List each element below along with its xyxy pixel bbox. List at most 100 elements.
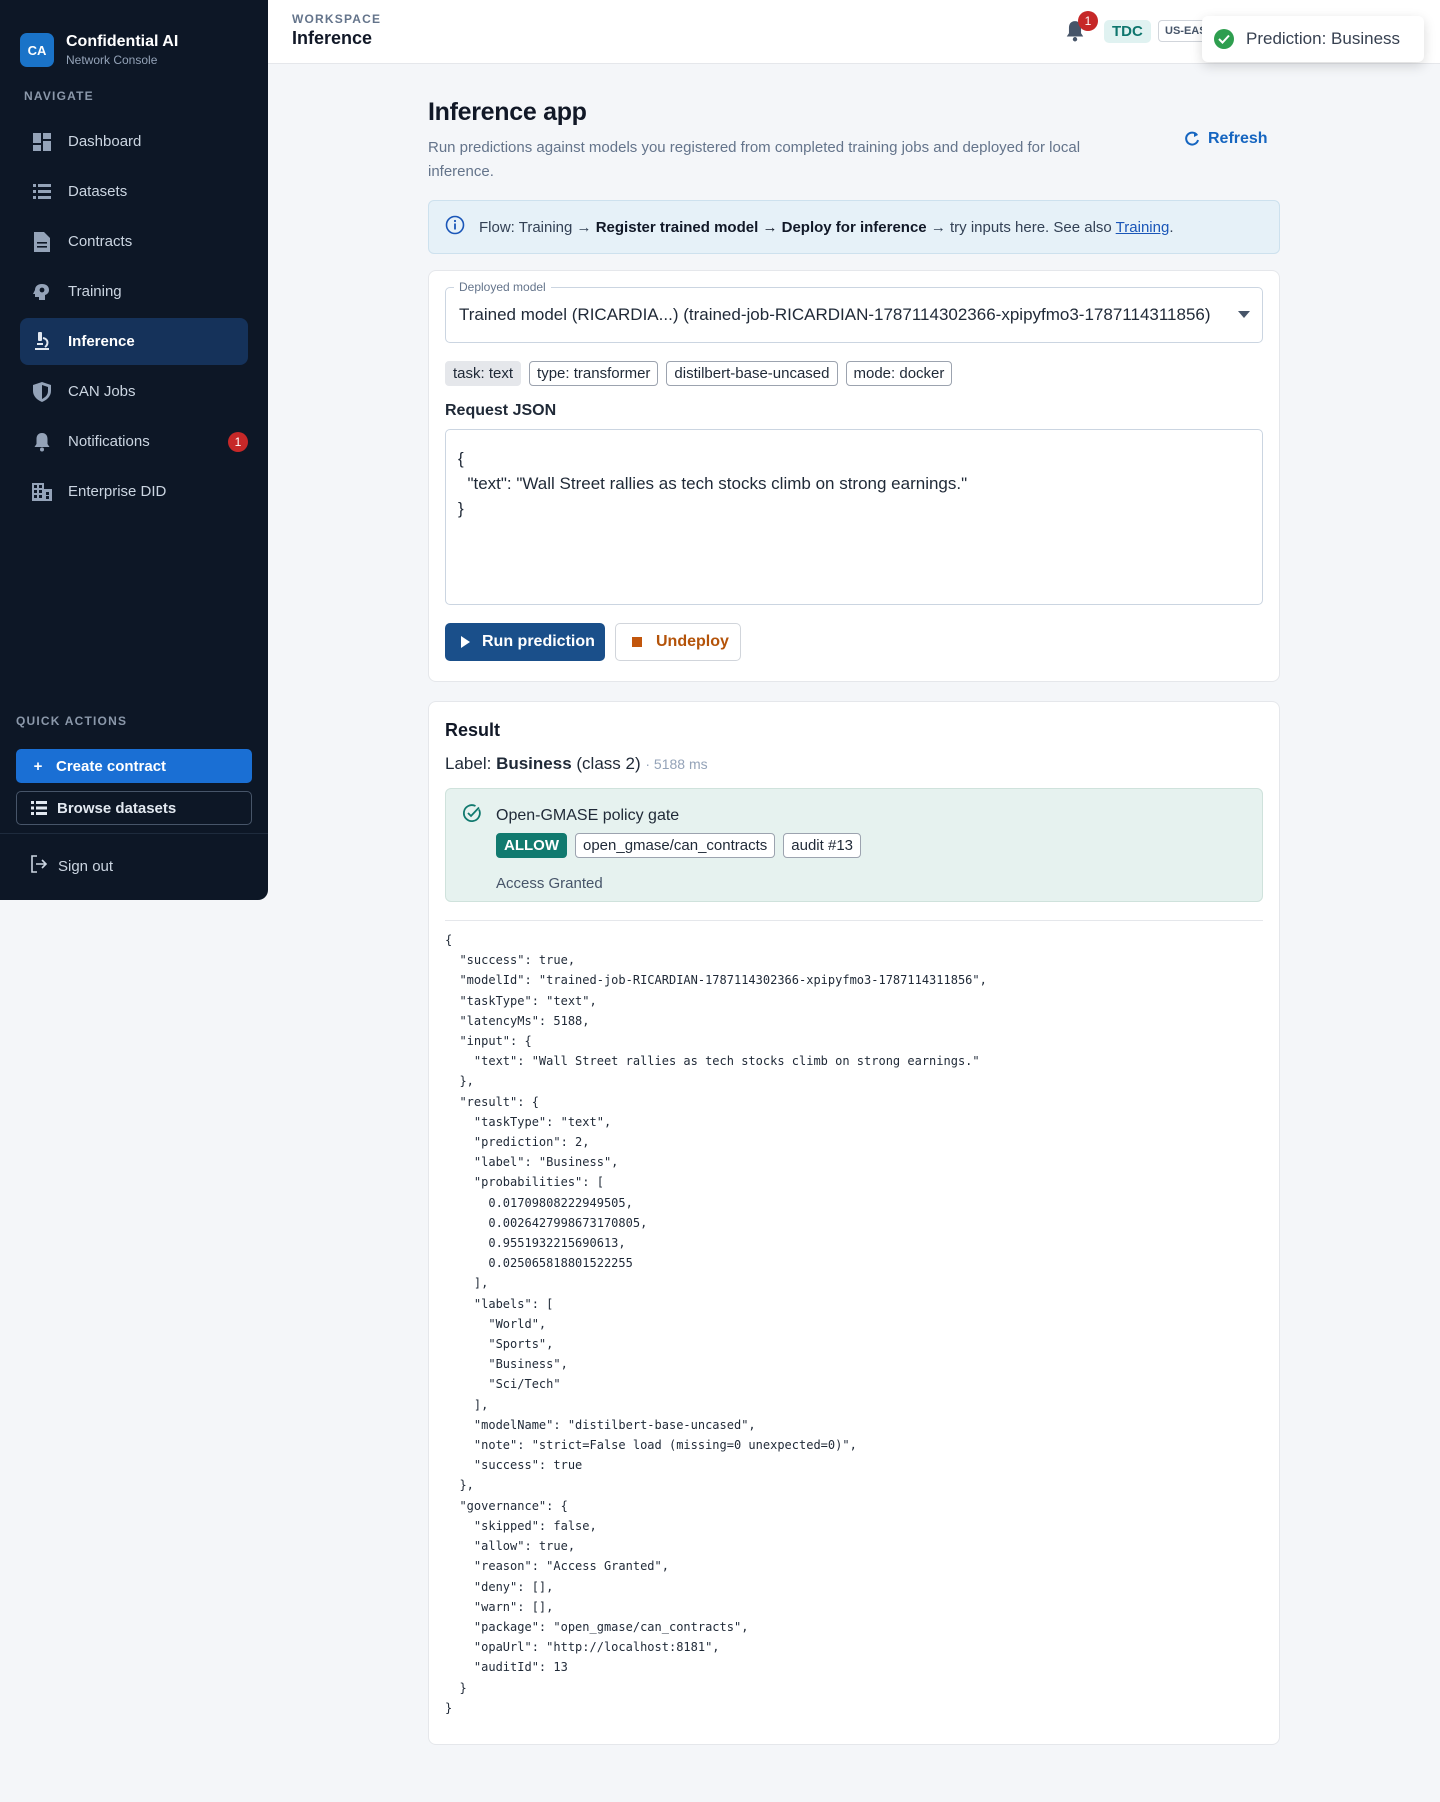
brand-logo: CA — [20, 33, 54, 67]
success-check-icon — [1214, 29, 1234, 49]
list-icon — [31, 801, 47, 815]
workspace-label: WORKSPACE — [292, 12, 382, 26]
task-chip: task: text — [445, 361, 522, 386]
sidebar-item-notifications[interactable]: Notifications 1 — [20, 418, 248, 465]
page-title: Inference app — [428, 98, 587, 126]
brain-icon — [32, 282, 52, 302]
document-icon — [32, 231, 52, 252]
flow-arrow: → — [762, 218, 778, 236]
result-label-prefix: Label: — [445, 754, 492, 773]
result-divider — [445, 920, 1263, 921]
microscope-icon — [32, 331, 52, 352]
toast-text: Prediction: Business — [1246, 29, 1401, 48]
check-circle-icon — [462, 803, 482, 828]
run-prediction-button[interactable]: Run prediction — [445, 623, 605, 661]
logout-icon — [30, 855, 48, 877]
sidebar-item-training[interactable]: Training — [20, 268, 248, 315]
result-label: Label: Business (class 2) · 5188 ms — [445, 754, 708, 774]
mode-chip: mode: docker — [845, 361, 953, 386]
sidebar-nav: Dashboard Datasets Contracts Training In… — [0, 118, 268, 515]
sidebar-item-inference[interactable]: Inference — [20, 318, 248, 365]
create-contract-button[interactable]: + Create contract — [16, 749, 252, 783]
request-json-label: Request JSON — [445, 402, 557, 419]
sidebar-item-label: Enterprise DID — [68, 483, 167, 500]
result-class: (class 2) — [576, 754, 641, 773]
browse-datasets-label: Browse datasets — [57, 799, 177, 817]
model-chips: task: text type: transformer distilbert-… — [445, 361, 953, 386]
result-latency: · 5188 ms — [645, 756, 708, 772]
sidebar-item-label: Datasets — [68, 183, 128, 200]
refresh-button[interactable]: Refresh — [1184, 130, 1268, 148]
type-chip: type: transformer — [529, 361, 659, 386]
flow-suffix: → try inputs here. See also — [930, 218, 1112, 236]
shield-icon — [32, 381, 52, 402]
chevron-down-icon — [1238, 311, 1250, 318]
deployed-model-value: Trained model (RICARDIA...) (trained-job… — [459, 305, 1211, 324]
sidebar-item-label: Training — [68, 283, 122, 300]
refresh-label: Refresh — [1208, 130, 1268, 147]
deployed-model-legend: Deployed model — [454, 280, 551, 294]
policy-chips: ALLOW open_gmase/can_contracts audit #13 — [496, 833, 862, 858]
brand-subtitle: Network Console — [66, 53, 158, 67]
brand: CA Confidential AI Network Console — [0, 0, 268, 78]
info-icon — [445, 215, 465, 239]
org-badge[interactable]: TDC — [1104, 20, 1151, 43]
dashboard-icon — [32, 132, 52, 152]
result-title: Result — [445, 720, 501, 740]
play-icon — [461, 636, 470, 648]
workspace-title: Inference — [292, 28, 373, 48]
flow-step-register: Register trained model — [595, 218, 759, 236]
notification-badge: 1 — [228, 431, 248, 452]
browse-datasets-button[interactable]: Browse datasets — [16, 791, 252, 825]
inference-form-card: Deployed model Trained model (RICARDIA..… — [428, 270, 1280, 682]
sidebar-divider — [0, 833, 268, 834]
flow-step-deploy: Deploy for inference — [781, 218, 927, 236]
sidebar-item-label: CAN Jobs — [68, 383, 136, 400]
sidebar-item-enterprise-did[interactable]: Enterprise DID — [20, 468, 248, 515]
result-json-output: { "success": true, "modelId": "trained-j… — [445, 933, 987, 1715]
policy-gate-title: Open-GMASE policy gate — [496, 807, 680, 824]
audit-chip: audit #13 — [783, 833, 862, 858]
deployed-model-select[interactable]: Deployed model Trained model (RICARDIA..… — [445, 280, 1263, 343]
sign-out-button[interactable]: Sign out — [30, 855, 113, 877]
quick-actions-label: QUICK ACTIONS — [16, 714, 128, 728]
page-description: Run predictions against models you regis… — [428, 139, 1081, 180]
sidebar-item-label: Contracts — [68, 233, 133, 250]
sign-out-label: Sign out — [58, 857, 114, 875]
nav-section-label: NAVIGATE — [24, 89, 94, 103]
toast-notification: Prediction: Business — [1202, 16, 1424, 62]
plus-icon: + — [33, 757, 43, 775]
sidebar-item-datasets[interactable]: Datasets — [20, 168, 248, 215]
run-prediction-label: Run prediction — [482, 633, 595, 650]
bell-icon — [32, 432, 52, 452]
create-contract-label: Create contract — [56, 757, 167, 775]
request-json-input[interactable]: { "text": "Wall Street rallies as tech s… — [445, 429, 1263, 605]
undeploy-button[interactable]: Undeploy — [615, 623, 741, 661]
notification-count-badge: 1 — [1078, 11, 1098, 31]
sidebar-item-contracts[interactable]: Contracts — [20, 218, 248, 265]
refresh-icon — [1185, 131, 1199, 146]
stop-icon — [632, 637, 642, 647]
result-card: Result Label: Business (class 2) · 5188 … — [428, 701, 1280, 1745]
flow-info-banner: Flow: Training → Register trained model … — [428, 200, 1280, 254]
sidebar-item-label: Dashboard — [68, 133, 142, 150]
result-label-value: Business — [496, 754, 572, 773]
model-name-chip: distilbert-base-uncased — [666, 361, 838, 386]
flow-text: Flow: Training → Register trained model … — [479, 219, 1173, 236]
sidebar-item-label: Inference — [68, 333, 135, 350]
policy-gate-panel: Open-GMASE policy gate ALLOW open_gmase/… — [445, 788, 1263, 902]
building-icon — [32, 482, 52, 502]
list-icon — [32, 182, 52, 202]
training-link[interactable]: Training — [1116, 219, 1170, 236]
sidebar-item-can-jobs[interactable]: CAN Jobs — [20, 368, 248, 415]
sidebar-item-dashboard[interactable]: Dashboard — [20, 118, 248, 165]
allow-badge: ALLOW — [496, 833, 567, 858]
sidebar: CA Confidential AI Network Console NAVIG… — [0, 0, 268, 900]
policy-reason: Access Granted — [496, 875, 603, 892]
undeploy-label: Undeploy — [656, 633, 729, 650]
sidebar-item-label: Notifications — [68, 433, 150, 450]
brand-title: Confidential AI — [66, 33, 179, 50]
policy-package-chip: open_gmase/can_contracts — [574, 833, 776, 858]
flow-end: . — [1169, 218, 1174, 236]
flow-prefix: Flow: Training → — [479, 218, 592, 236]
